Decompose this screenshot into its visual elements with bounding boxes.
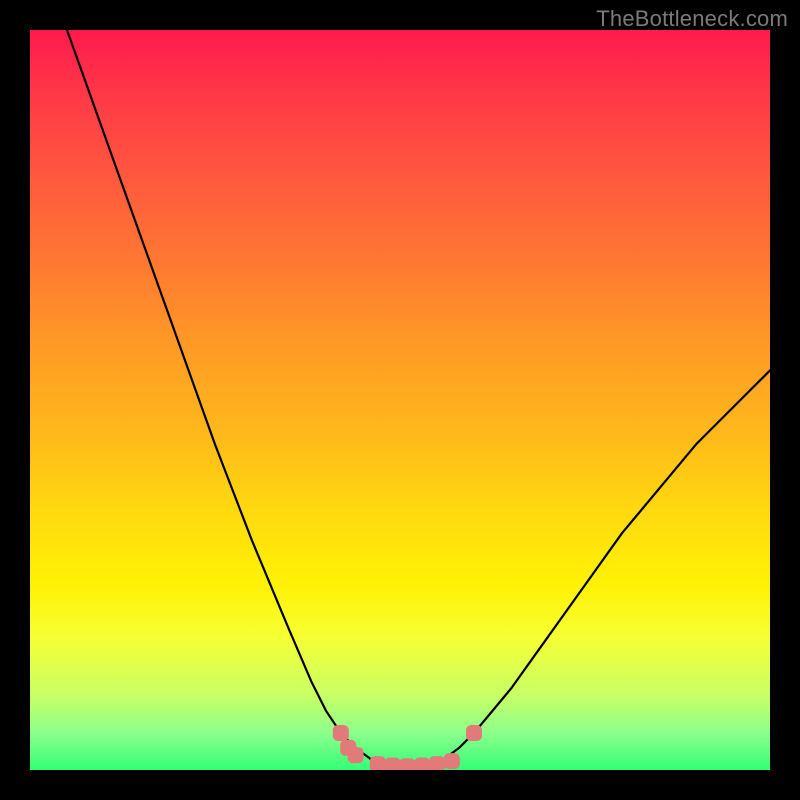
data-marker: [444, 753, 460, 769]
data-marker: [466, 725, 482, 741]
chart-svg: [30, 30, 770, 770]
data-marker: [399, 758, 415, 770]
data-marker: [333, 725, 349, 741]
data-marker: [385, 758, 401, 770]
data-marker: [348, 747, 364, 763]
data-marker: [370, 756, 386, 770]
data-marker: [414, 758, 430, 770]
data-marker: [429, 756, 445, 770]
curve-group: [67, 30, 770, 766]
chart-frame: TheBottleneck.com: [0, 0, 800, 800]
bottleneck-curve: [67, 30, 770, 766]
watermark-text: TheBottleneck.com: [596, 6, 788, 32]
plot-area: [30, 30, 770, 770]
